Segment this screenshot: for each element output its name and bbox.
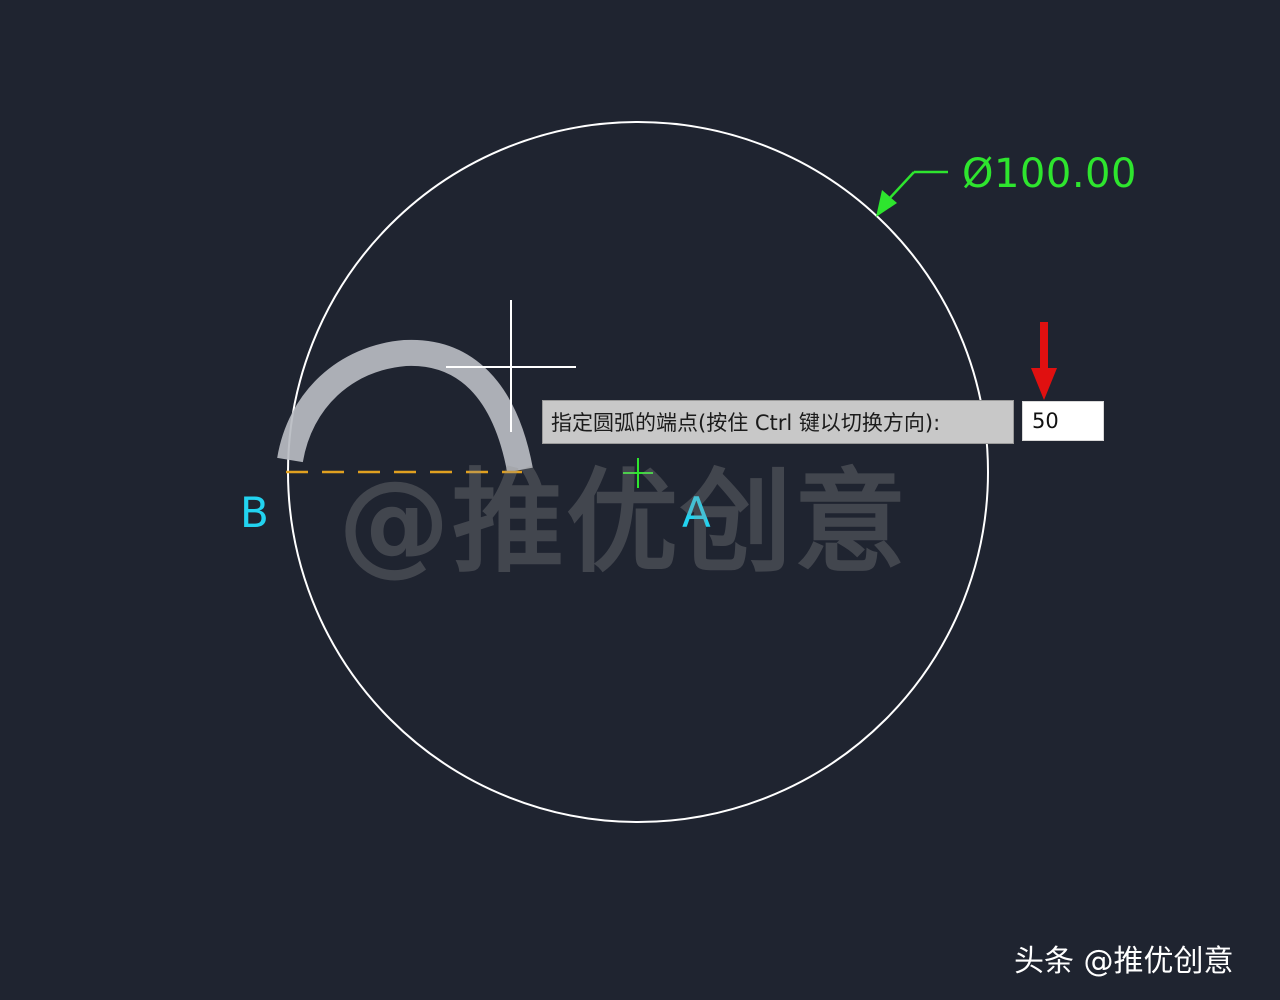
dynamic-input-field[interactable]: 50 bbox=[1022, 401, 1104, 441]
center-plus-icon bbox=[623, 458, 653, 488]
dimension-leader bbox=[876, 170, 948, 217]
command-prompt-tooltip: 指定圆弧的端点(按住 Ctrl 键以切换方向): bbox=[542, 400, 1014, 444]
point-a-label: A bbox=[682, 488, 711, 537]
cad-drawing-canvas[interactable]: Ø100.00 B A 指定圆弧的端点(按住 Ctrl 键以切换方向): 50 … bbox=[0, 0, 1280, 1000]
command-prompt-text: 指定圆弧的端点(按住 Ctrl 键以切换方向): bbox=[551, 411, 941, 435]
dimension-label: Ø100.00 bbox=[962, 151, 1137, 197]
arc-preview bbox=[277, 339, 533, 473]
down-arrow-icon bbox=[1031, 322, 1057, 400]
point-b-label: B bbox=[240, 488, 269, 537]
dynamic-input-value: 50 bbox=[1032, 409, 1059, 433]
drawing-svg bbox=[277, 121, 1057, 823]
footer-credit: 头条 @推优创意 bbox=[1014, 944, 1234, 979]
